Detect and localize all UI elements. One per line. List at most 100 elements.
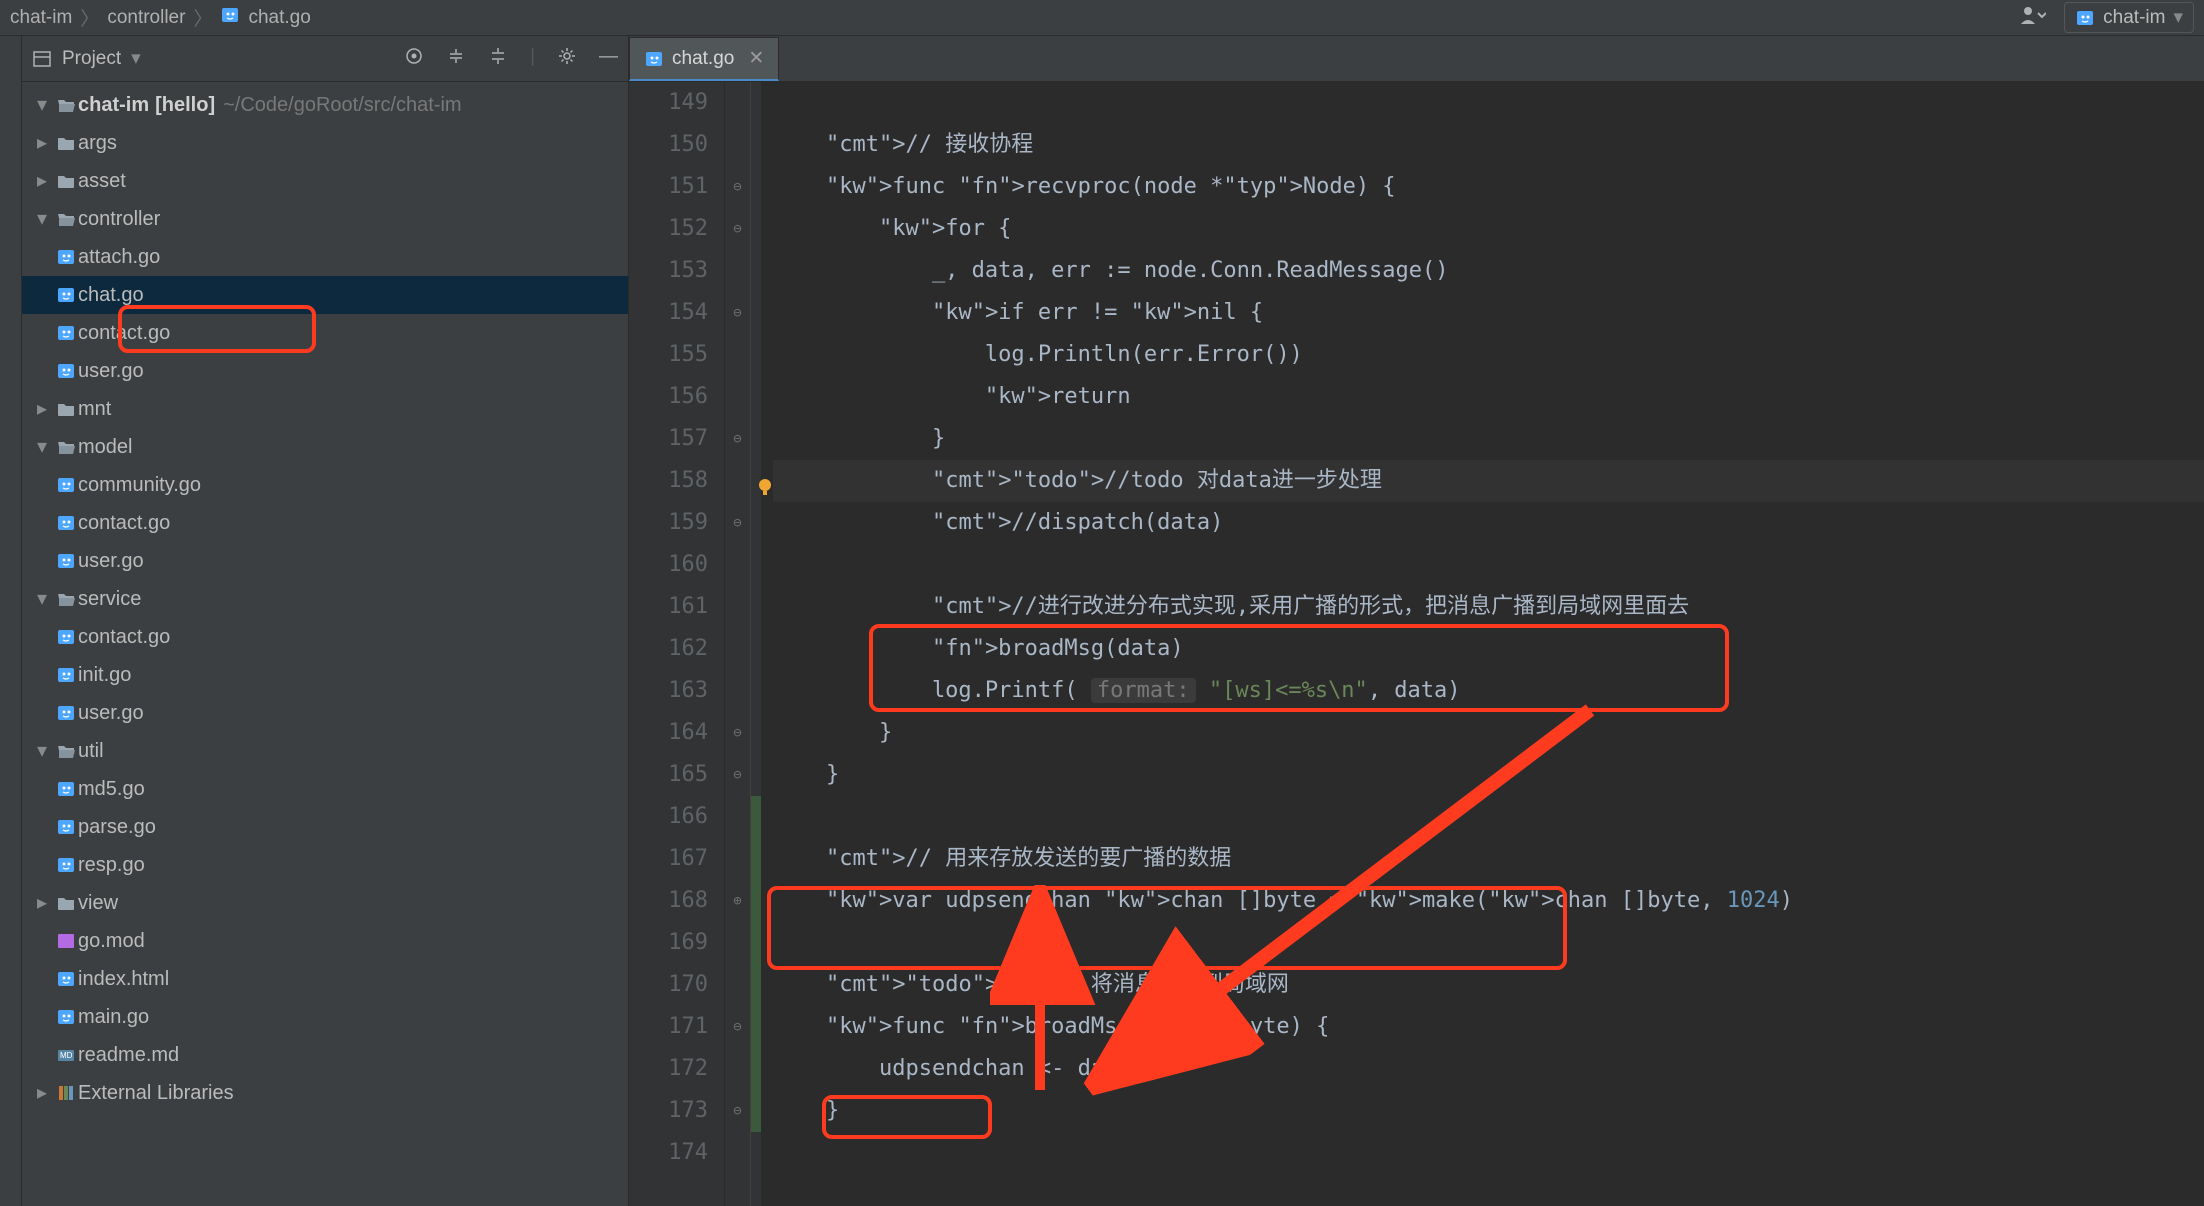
tree-label: mnt	[78, 390, 111, 428]
chevron-down-icon[interactable]: ▾	[131, 47, 141, 70]
go-file-icon	[56, 665, 76, 685]
breadcrumb-item[interactable]: controller	[107, 7, 185, 29]
project-tool-header: Project ▾ | —	[22, 36, 628, 82]
tree-file[interactable]: user.go	[22, 542, 628, 580]
tree-label: model	[78, 428, 132, 466]
editor-tab[interactable]: chat.go ✕	[629, 37, 779, 81]
folder-icon	[56, 589, 76, 609]
tree-folder-util[interactable]: util	[22, 732, 628, 770]
tree-label: md5.go	[78, 770, 145, 808]
project-tree[interactable]: chat-im [hello] ~/Code/goRoot/src/chat-i…	[22, 82, 628, 1112]
tree-file[interactable]: user.go	[22, 352, 628, 390]
tree-label: util	[78, 732, 104, 770]
tree-folder-model[interactable]: model	[22, 428, 628, 466]
tree-file[interactable]: MD readme.md	[22, 1036, 628, 1074]
go-file-icon	[56, 779, 76, 799]
top-right-controls: chat-im ▾	[2018, 2, 2194, 33]
tree-file[interactable]: user.go	[22, 694, 628, 732]
folder-icon	[56, 209, 76, 229]
project-sidebar: Project ▾ | — chat-im [hello] ~/Code/goR…	[22, 36, 629, 1206]
tree-label: chat.go	[78, 276, 144, 314]
folder-icon	[56, 95, 76, 115]
tree-file[interactable]: contact.go	[22, 314, 628, 352]
tree-folder-asset[interactable]: asset	[22, 162, 628, 200]
editor-area: chat.go ✕ 149150151152153154155156157158…	[629, 36, 2204, 1206]
tree-file[interactable]: go.mod	[22, 922, 628, 960]
top-navigation-bar: chat-im 〉 controller 〉 chat.go chat-im ▾	[0, 0, 2204, 36]
tree-label: user.go	[78, 352, 144, 390]
tree-file[interactable]: init.go	[22, 656, 628, 694]
svg-text:MD: MD	[60, 1051, 73, 1060]
close-tab-icon[interactable]: ✕	[748, 47, 764, 70]
tree-file[interactable]: contact.go	[22, 618, 628, 656]
go-file-icon	[2075, 8, 2095, 28]
fold-gutter[interactable]: ⊖⊖⊖⊖⊖⊖⊖⊕⊖⊖	[725, 82, 751, 1206]
go-file-icon	[56, 855, 76, 875]
tree-label: asset	[78, 162, 126, 200]
tree-label: view	[78, 884, 118, 922]
tree-file[interactable]: attach.go	[22, 238, 628, 276]
tree-label: go.mod	[78, 922, 145, 960]
settings-gear-icon[interactable]	[557, 46, 577, 72]
tree-label: controller	[78, 200, 160, 238]
library-icon	[54, 1083, 78, 1103]
folder-icon	[56, 133, 76, 153]
breadcrumb-item[interactable]: chat.go	[248, 7, 310, 29]
chevron-down-icon: ▾	[2173, 6, 2183, 29]
tree-label: init.go	[78, 656, 131, 694]
user-dropdown-icon[interactable]	[2018, 4, 2046, 32]
tree-file[interactable]: resp.go	[22, 846, 628, 884]
project-tool-title: Project	[62, 48, 121, 70]
go-file-icon	[56, 475, 76, 495]
expand-all-icon[interactable]	[446, 46, 466, 72]
tree-file-selected[interactable]: chat.go	[22, 276, 628, 314]
tree-label: parse.go	[78, 808, 156, 846]
go-file-icon	[644, 49, 664, 69]
go-file-icon	[56, 969, 76, 989]
tree-label: community.go	[78, 466, 201, 504]
collapse-all-icon[interactable]	[488, 46, 508, 72]
tree-folder-args[interactable]: args	[22, 124, 628, 162]
code-editor[interactable]: 1491501511521531541551561571581591601611…	[629, 82, 2204, 1206]
tree-label: user.go	[78, 542, 144, 580]
editor-tab-bar: chat.go ✕	[629, 36, 2204, 82]
tree-file[interactable]: contact.go	[22, 504, 628, 542]
go-file-icon	[56, 513, 76, 533]
project-icon	[32, 49, 52, 69]
tree-file[interactable]: index.html	[22, 960, 628, 998]
code-content[interactable]: "cmt">// 接收协程 "kw">func "fn">recvproc(no…	[761, 82, 2204, 1206]
folder-icon	[56, 171, 76, 191]
tree-file[interactable]: parse.go	[22, 808, 628, 846]
go-file-icon	[56, 361, 76, 381]
tree-folder-mnt[interactable]: mnt	[22, 390, 628, 428]
tree-label: resp.go	[78, 846, 145, 884]
tree-tag: [hello]	[155, 86, 215, 124]
tree-label: contact.go	[78, 314, 170, 352]
breadcrumb-item[interactable]: chat-im	[10, 7, 72, 29]
tree-label: main.go	[78, 998, 149, 1036]
tree-file[interactable]: main.go	[22, 998, 628, 1036]
line-number-gutter: 1491501511521531541551561571581591601611…	[629, 82, 725, 1206]
tree-label: External Libraries	[78, 1074, 234, 1112]
tree-file[interactable]: md5.go	[22, 770, 628, 808]
divider: |	[530, 46, 535, 72]
go-file-icon	[56, 285, 76, 305]
tree-folder-controller[interactable]: controller	[22, 200, 628, 238]
tree-external-libraries[interactable]: External Libraries	[22, 1074, 628, 1112]
intention-bulb-icon[interactable]	[755, 470, 773, 488]
breadcrumb-separator-icon: 〉	[193, 4, 212, 31]
tree-path-hint: ~/Code/goRoot/src/chat-im	[223, 86, 461, 124]
folder-icon	[56, 741, 76, 761]
breadcrumb: chat-im 〉 controller 〉 chat.go	[10, 4, 311, 31]
select-opened-file-icon[interactable]	[404, 46, 424, 72]
run-configuration-selector[interactable]: chat-im ▾	[2064, 2, 2194, 33]
tree-label: readme.md	[78, 1036, 179, 1074]
tree-label: contact.go	[78, 618, 170, 656]
breadcrumb-separator-icon: 〉	[80, 4, 99, 31]
tree-project-root[interactable]: chat-im [hello] ~/Code/goRoot/src/chat-i…	[22, 86, 628, 124]
left-tool-strip[interactable]	[0, 36, 22, 1206]
tree-folder-view[interactable]: view	[22, 884, 628, 922]
hide-tool-window-icon[interactable]: —	[599, 46, 618, 72]
tree-file[interactable]: community.go	[22, 466, 628, 504]
tree-folder-service[interactable]: service	[22, 580, 628, 618]
